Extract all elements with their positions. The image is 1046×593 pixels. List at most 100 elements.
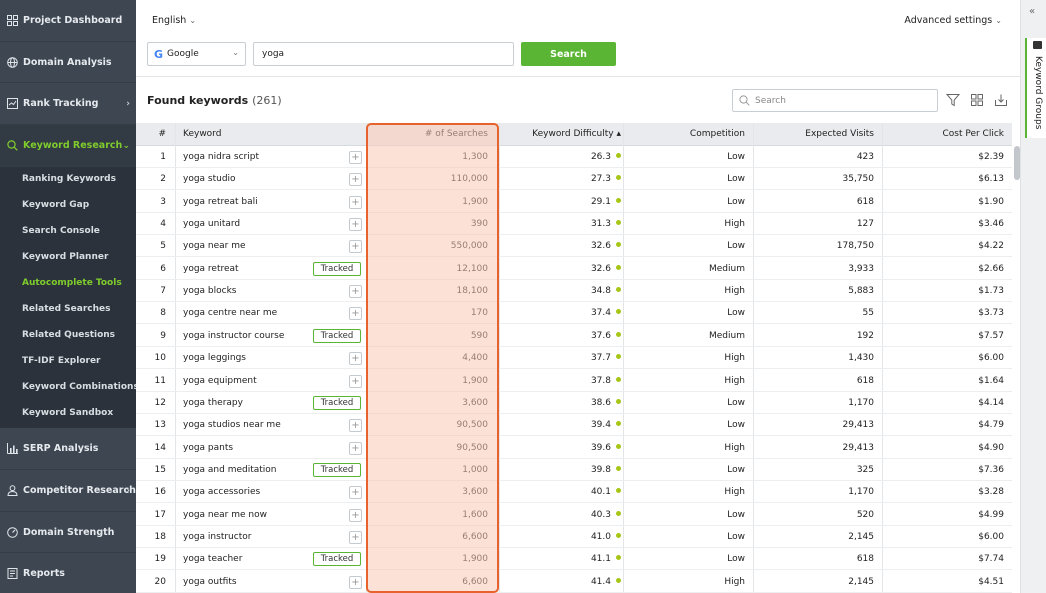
add-to-tracking-icon[interactable]: + (349, 575, 362, 589)
search-button[interactable]: Search (521, 42, 616, 66)
subnav-search-console[interactable]: Search Console (22, 226, 100, 236)
kd-value: 32.6 (590, 263, 611, 274)
cost-per-click-cell: $4.22 (978, 241, 1004, 252)
subnav-keyword-gap[interactable]: Keyword Gap (22, 200, 89, 210)
col-header-searches[interactable]: # of Searches (367, 123, 488, 146)
add-to-tracking-icon[interactable]: + (349, 508, 362, 522)
table-row[interactable]: 14 yoga pants +90,500 39.6 High 29,413 $4.90 (136, 437, 1012, 459)
add-to-tracking-icon[interactable]: + (349, 285, 362, 299)
table-row[interactable]: 19 yoga teacher Tracked 1,900 41.1 Low 618 $7.7… (136, 548, 1012, 571)
add-to-tracking-icon[interactable]: + (349, 419, 362, 433)
col-header-keyword[interactable]: Keyword (183, 123, 221, 146)
subnav-keyword-combinations[interactable]: Keyword Combinations (22, 382, 136, 392)
subnav-related-questions[interactable]: Related Questions (22, 330, 115, 340)
add-to-tracking-icon[interactable]: + (349, 530, 362, 544)
table-row[interactable]: 1 yoga nidra script +1,300 26.3 Low 423 $2.39 (136, 146, 1012, 168)
col-header-number[interactable]: # (136, 123, 166, 146)
table-row[interactable]: 6 yoga retreat Tracked 12,100 32.6 Medium 3,93… (136, 258, 1012, 280)
keyword-research-submenu: Ranking Keywords Keyword Gap Search Cons… (0, 167, 136, 428)
table-row[interactable]: 11 yoga equipment +1,900 37.8 High 618 $1.64 (136, 370, 1012, 392)
difficulty-dot-icon (616, 532, 621, 538)
add-to-tracking-icon[interactable]: + (349, 195, 362, 209)
table-row[interactable]: 5 yoga near me +550,000 32.6 Low 178,750 $4.22 (136, 235, 1012, 258)
nav-reports[interactable]: Reports (0, 553, 136, 593)
table-scrollbar[interactable] (1014, 146, 1020, 180)
advanced-settings-button[interactable]: Advanced settings ⌄ (904, 15, 1002, 26)
keyword-groups-tab[interactable]: Keyword Groups (1025, 38, 1046, 138)
table-row[interactable]: 3 yoga retreat bali +1,900 29.1 Low 618 $1.90 (136, 191, 1012, 213)
tracked-badge[interactable]: Tracked (313, 462, 361, 477)
table-row[interactable]: 2 yoga studio +110,000 27.3 Low 35,750 $6.13 (136, 168, 1012, 191)
table-row[interactable]: 10 yoga leggings +4,400 37.7 High 1,430 $6.00 (136, 347, 1012, 370)
searches-cell: 170 (470, 308, 488, 319)
filter-icon[interactable] (946, 93, 960, 107)
add-to-tracking-icon[interactable]: + (349, 352, 362, 366)
nav-competitor-research[interactable]: Competitor Research › (0, 470, 136, 512)
add-to-tracking-icon[interactable]: + (349, 374, 362, 388)
keyword-difficulty-cell: 37.4 (500, 302, 621, 324)
right-rail: « Keyword Groups (1020, 0, 1046, 593)
col-header-keyword-difficulty[interactable]: Keyword Difficulty ▴ (500, 123, 621, 146)
table-row[interactable]: 8 yoga centre near me +170 37.4 Low 55 $3.73 (136, 302, 1012, 325)
kd-value: 39.6 (590, 442, 611, 453)
keyword-input[interactable]: yoga (253, 42, 514, 66)
gauge-icon (6, 526, 18, 538)
searches-cell: 1,900 (462, 375, 488, 386)
nav-keyword-research[interactable]: Keyword Research ⌄ (0, 125, 136, 167)
expected-visits-cell: 520 (856, 509, 874, 520)
cost-per-click-cell: $4.99 (978, 509, 1004, 520)
search-engine-select[interactable]: G Google ⌄ (147, 42, 246, 66)
nav-domain-analysis[interactable]: Domain Analysis (0, 42, 136, 83)
table-row[interactable]: 20 yoga outfits +6,600 41.4 High 2,145 $4.51 (136, 571, 1012, 593)
nav-domain-strength[interactable]: Domain Strength (0, 512, 136, 553)
table-row[interactable]: 13 yoga studios near me +90,500 39.4 Low 29,4… (136, 414, 1012, 437)
add-to-tracking-icon[interactable]: + (349, 173, 362, 187)
table-row[interactable]: 9 yoga instructor course Tracked 590 37.6 Med… (136, 325, 1012, 347)
keyword-difficulty-cell: 37.8 (500, 370, 621, 392)
table-row[interactable]: 7 yoga blocks +18,100 34.8 High 5,883 $1.73 (136, 280, 1012, 303)
difficulty-dot-icon (616, 510, 621, 516)
add-to-tracking-icon[interactable]: + (349, 307, 362, 321)
nav-project-dashboard[interactable]: Project Dashboard (0, 0, 136, 42)
difficulty-dot-icon (616, 398, 621, 404)
nav-rank-tracking[interactable]: Rank Tracking › (0, 83, 136, 125)
add-to-tracking-icon[interactable]: + (349, 486, 362, 500)
tracked-badge[interactable]: Tracked (313, 328, 361, 343)
keyword-groups-label: Keyword Groups (1033, 56, 1043, 130)
columns-grid-icon[interactable] (970, 93, 984, 107)
table-row[interactable]: 18 yoga instructor +6,600 41.0 Low 2,145 $6.00 (136, 526, 1012, 548)
tracked-badge[interactable]: Tracked (313, 261, 361, 276)
expected-visits-cell: 5,883 (848, 286, 874, 297)
add-to-tracking-icon[interactable]: + (349, 151, 362, 164)
export-icon[interactable] (994, 93, 1008, 107)
subnav-keyword-sandbox[interactable]: Keyword Sandbox (22, 408, 113, 418)
col-header-expected-visits[interactable]: Expected Visits (753, 123, 874, 146)
table-row[interactable]: 16 yoga accessories +3,600 40.1 High 1,170 $3.… (136, 481, 1012, 504)
subnav-autocomplete-tools[interactable]: Autocomplete Tools (22, 278, 122, 288)
subnav-ranking-keywords[interactable]: Ranking Keywords (22, 174, 116, 184)
col-header-competition[interactable]: Competition (624, 123, 745, 146)
subnav-tf-idf-explorer[interactable]: TF-IDF Explorer (22, 356, 101, 366)
row-number: 8 (160, 308, 166, 319)
col-header-cost-per-click[interactable]: Cost Per Click (882, 123, 1004, 146)
chevron-down-icon: ⌄ (232, 48, 239, 57)
cost-per-click-cell: $4.51 (978, 576, 1004, 587)
table-row[interactable]: 17 yoga near me now +1,600 40.3 Low 520 $4.99 (136, 504, 1012, 526)
table-row[interactable]: 12 yoga therapy Tracked 3,600 38.6 Low 1,170 $4… (136, 392, 1012, 414)
subnav-keyword-planner[interactable]: Keyword Planner (22, 252, 108, 262)
table-row[interactable]: 4 yoga unitard +390 31.3 High 127 $3.46 (136, 213, 1012, 236)
add-to-tracking-icon[interactable]: + (349, 218, 362, 232)
tracked-badge[interactable]: Tracked (313, 552, 361, 567)
nav-serp-analysis[interactable]: SERP Analysis (0, 428, 136, 470)
add-to-tracking-icon[interactable]: + (349, 240, 362, 254)
tracked-badge[interactable]: Tracked (313, 395, 361, 410)
searches-cell: 590 (470, 330, 488, 341)
competition-cell: Medium (709, 263, 745, 274)
difficulty-dot-icon (616, 264, 621, 270)
table-search-input[interactable]: Search (732, 89, 938, 112)
subnav-related-searches[interactable]: Related Searches (22, 304, 110, 314)
table-row[interactable]: 15 yoga and meditation Tracked 1,000 39.8 Low… (136, 459, 1012, 481)
collapse-icon[interactable]: « (1029, 6, 1035, 17)
add-to-tracking-icon[interactable]: + (349, 441, 362, 455)
language-select[interactable]: English ⌄ (152, 15, 196, 26)
